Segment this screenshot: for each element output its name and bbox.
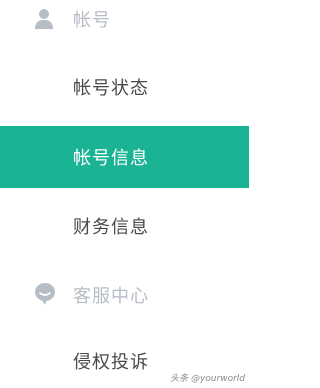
- chat-bubble-icon: [34, 282, 55, 306]
- menu-item-account-info[interactable]: 帐号信息: [0, 126, 249, 188]
- sidebar-menu: 帐号 帐号状态 帐号信息 财务信息 客服中心 侵权投诉 头条 @yourworl…: [0, 0, 249, 388]
- menu-item-label: 财务信息: [73, 217, 149, 238]
- user-icon: [34, 7, 54, 31]
- menu-item-label: 侵权投诉: [73, 352, 149, 373]
- menu-item-finance-info[interactable]: 财务信息: [0, 195, 249, 257]
- group-label-customer-service: 客服中心: [73, 286, 149, 307]
- menu-item-label: 帐号状态: [73, 78, 149, 99]
- group-label-account: 帐号: [73, 10, 111, 31]
- group-header-account: 帐号: [0, 1, 249, 37]
- watermark: 头条 @yourworld: [170, 374, 245, 384]
- menu-item-account-status[interactable]: 帐号状态: [0, 56, 249, 118]
- group-header-customer-service: 客服中心: [0, 277, 249, 313]
- menu-item-label: 帐号信息: [73, 148, 149, 169]
